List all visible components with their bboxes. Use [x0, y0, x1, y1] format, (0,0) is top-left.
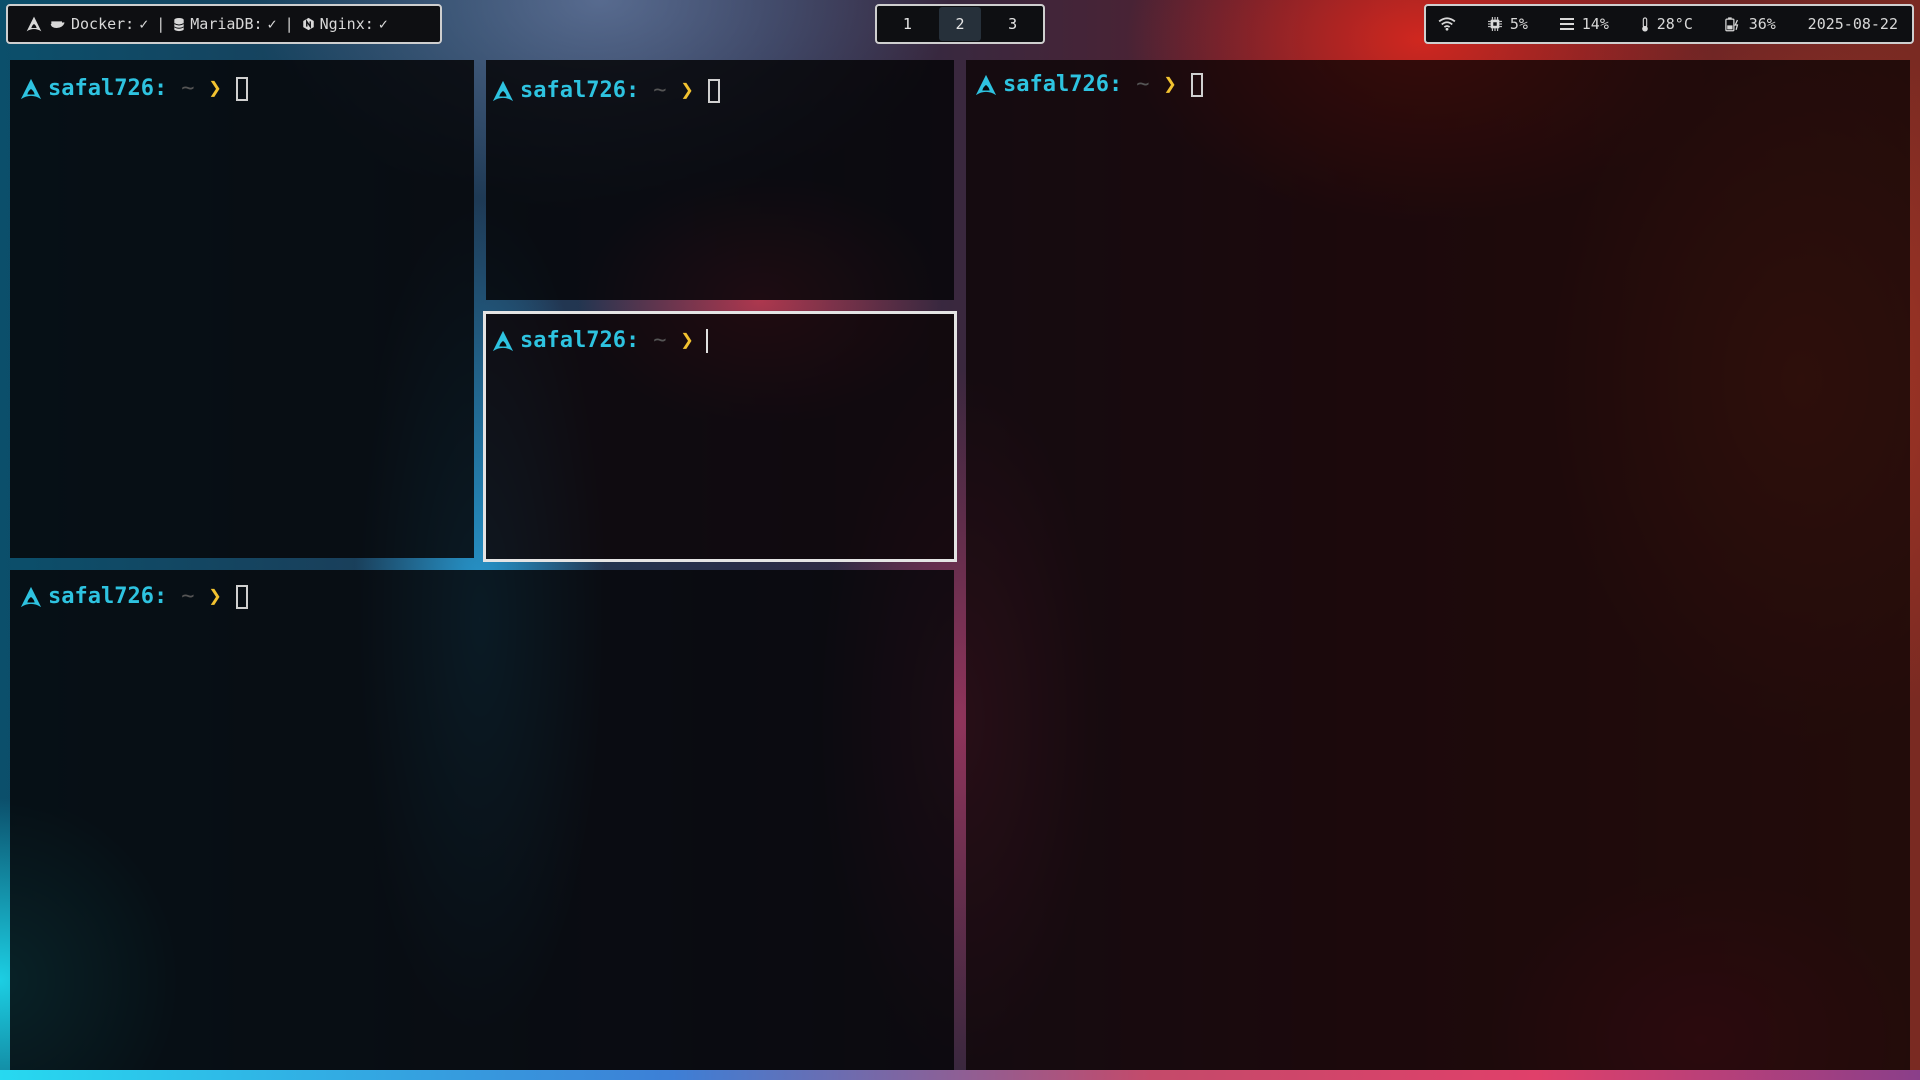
cursor-block [1190, 72, 1203, 97]
memory-stat: 14% [1559, 15, 1609, 33]
prompt-chevron: ❯ [208, 76, 222, 101]
bar-services: Docker: ✓ | MariaDB: ✓ | Nginx: ✓ [6, 4, 442, 44]
memory-icon [1559, 18, 1574, 30]
battery-value: 36% [1748, 15, 1776, 33]
prompt-chevron: ❯ [680, 78, 694, 103]
workspace-3-button[interactable]: 3 [992, 7, 1034, 41]
terminal-top-middle[interactable]: safal726: ~ ❯ [486, 60, 954, 300]
text-cursor [705, 328, 708, 353]
service-mariadb: MariaDB: ✓ [173, 15, 277, 33]
battery-charging-icon [1724, 16, 1741, 32]
workspace-2-button[interactable]: 2 [938, 7, 981, 41]
prompt-path: ~ [1136, 72, 1150, 97]
shell-prompt: safal726: ~ ❯ [492, 328, 708, 353]
cursor-block [235, 76, 248, 101]
terminal-top-left[interactable]: safal726: ~ ❯ [10, 60, 474, 558]
shell-prompt: safal726: ~ ❯ [975, 72, 1203, 97]
desktop: Docker: ✓ | MariaDB: ✓ | Nginx: ✓ 1 2 3 [0, 0, 1920, 1080]
prompt-chevron: ❯ [208, 584, 222, 609]
shell-prompt: safal726: ~ ❯ [492, 78, 720, 103]
arch-logo-icon [492, 330, 514, 351]
nginx-label: Nginx: [319, 15, 374, 33]
cpu-value: 5% [1509, 15, 1528, 33]
shell-prompt: safal726: ~ ❯ [20, 76, 248, 101]
arch-logo-icon[interactable] [26, 16, 42, 32]
cursor-block [235, 584, 248, 609]
nginx-status: ✓ [378, 15, 388, 33]
nginx-icon [302, 17, 315, 31]
whale-icon [50, 18, 66, 30]
cpu-icon [1487, 17, 1502, 31]
temperature-stat: 28°C [1641, 15, 1693, 33]
date-text[interactable]: 2025-08-22 [1808, 15, 1898, 33]
separator: | [156, 15, 166, 33]
mariadb-label: MariaDB: [190, 15, 263, 33]
prompt-path: ~ [181, 76, 195, 101]
prompt-path: ~ [653, 328, 667, 353]
terminal-focused[interactable]: safal726: ~ ❯ [483, 311, 957, 562]
arch-logo-icon [20, 586, 42, 607]
docker-label: Docker: [71, 15, 135, 33]
separator: | [284, 15, 294, 33]
arch-logo-icon [20, 78, 42, 99]
docker-status: ✓ [139, 15, 149, 33]
service-nginx: Nginx: ✓ [302, 15, 388, 33]
temperature-value: 28°C [1656, 15, 1693, 33]
workspace-1-button[interactable]: 1 [886, 7, 928, 41]
terminal-bottom-left[interactable]: safal726: ~ ❯ [10, 570, 954, 1070]
prompt-user: safal726: [48, 584, 168, 609]
prompt-user: safal726: [520, 328, 640, 353]
memory-value: 14% [1581, 15, 1609, 33]
database-icon [173, 17, 185, 32]
terminal-right[interactable]: safal726: ~ ❯ [966, 60, 1910, 1070]
prompt-user: safal726: [1003, 72, 1123, 97]
battery-stat: 36% [1724, 15, 1776, 33]
prompt-user: safal726: [48, 76, 168, 101]
shell-prompt: safal726: ~ ❯ [20, 584, 248, 609]
arch-logo-icon [975, 74, 997, 95]
thermometer-icon [1641, 16, 1649, 32]
arch-logo-icon [492, 80, 514, 101]
wifi-icon[interactable] [1438, 17, 1456, 31]
prompt-chevron: ❯ [1163, 72, 1177, 97]
bar-status: 5% 14% 28°C 36% 2025-08-22 [1424, 4, 1914, 44]
prompt-user: safal726: [520, 78, 640, 103]
mariadb-status: ✓ [267, 15, 277, 33]
workspace-switcher: 1 2 3 [875, 4, 1045, 44]
prompt-path: ~ [653, 78, 667, 103]
cpu-stat: 5% [1487, 15, 1528, 33]
service-docker: Docker: ✓ [50, 15, 148, 33]
prompt-chevron: ❯ [680, 328, 694, 353]
prompt-path: ~ [181, 584, 195, 609]
cursor-block [707, 78, 720, 103]
